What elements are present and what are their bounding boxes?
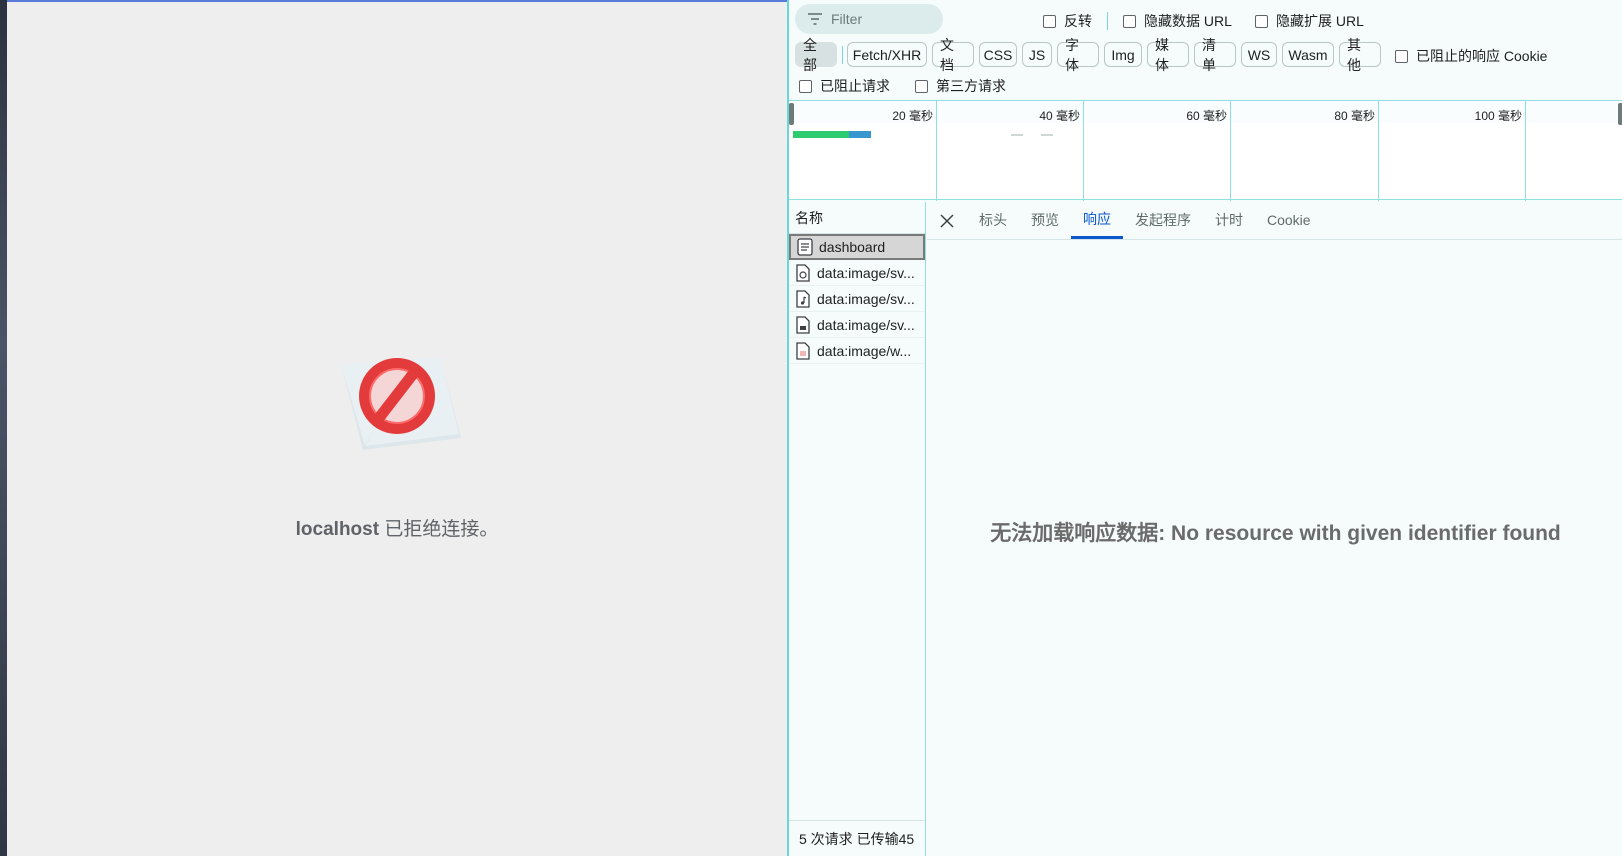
filter-chip-ws[interactable]: WS: [1241, 42, 1277, 67]
hide-data-url-checkbox[interactable]: 隐藏数据 URL: [1123, 11, 1232, 31]
filter-input[interactable]: Filter: [795, 4, 943, 34]
tab-response[interactable]: 响应: [1071, 202, 1123, 239]
close-icon: [940, 213, 954, 228]
request-name: data:image/sv...: [817, 316, 915, 333]
checkbox-box[interactable]: [915, 79, 928, 93]
grid-line: [1230, 101, 1231, 201]
tick-label: 40 毫秒: [1039, 109, 1080, 123]
invert-checkbox[interactable]: 反转: [1043, 11, 1092, 31]
grid-line: [1083, 101, 1084, 201]
checkbox-box[interactable]: [799, 79, 812, 93]
grid-line: [936, 101, 937, 201]
blocked-response-cookies-checkbox[interactable]: 已阻止的响应 Cookie: [1395, 46, 1547, 66]
divider: [842, 46, 843, 64]
filter-chip-img[interactable]: Img: [1104, 42, 1142, 67]
third-party-requests-checkbox[interactable]: 第三方请求: [915, 76, 1006, 96]
request-name: data:image/sv...: [817, 290, 915, 307]
status-bar: 5 次请求 已传输45: [789, 820, 925, 856]
request-name: data:image/sv...: [817, 264, 915, 281]
filter-placeholder: Filter: [831, 11, 863, 27]
request-row[interactable]: data:image/sv...: [789, 260, 925, 286]
tab-preview[interactable]: 预览: [1019, 202, 1071, 239]
checkbox-label: 已阻止的响应 Cookie: [1416, 48, 1548, 64]
request-row[interactable]: data:image/sv...: [789, 312, 925, 338]
blocked-requests-checkbox[interactable]: 已阻止请求: [799, 76, 890, 96]
close-detail-button[interactable]: [927, 202, 967, 239]
request-row-dashboard[interactable]: dashboard: [789, 234, 925, 260]
request-row[interactable]: data:image/sv...: [789, 286, 925, 312]
checkbox-box[interactable]: [1123, 14, 1136, 28]
request-detail-pane: 标头 预览 响应 发起程序 计时 Cookie 无法加载响应数据: No res…: [927, 202, 1622, 856]
response-error-message: 无法加载响应数据: No resource with given identif…: [990, 522, 1561, 545]
filter-chip-css[interactable]: CSS: [979, 42, 1017, 67]
error-message: localhost 已拒绝连接。: [7, 514, 787, 541]
overview-bar-resource: [1041, 134, 1053, 136]
tab-headers[interactable]: 标头: [967, 202, 1019, 239]
request-name: data:image/w...: [817, 342, 912, 359]
svg-file-icon: [796, 263, 810, 282]
filter-chip-media[interactable]: 媒体: [1147, 37, 1189, 73]
overview-bar-resource: [1011, 134, 1023, 136]
blocked-icon: [341, 358, 461, 450]
image-file-icon: [796, 315, 810, 334]
error-host: localhost: [295, 519, 380, 540]
tab-timing[interactable]: 计时: [1203, 202, 1255, 239]
column-header-name[interactable]: 名称: [789, 202, 925, 234]
filter-chip-js[interactable]: JS: [1022, 42, 1052, 67]
error-text: 已拒绝连接。: [384, 519, 499, 540]
tick-label: 100 毫秒: [1474, 109, 1522, 123]
browser-page: localhost 已拒绝连接。: [7, 0, 787, 856]
filter-chip-wasm[interactable]: Wasm: [1282, 42, 1334, 67]
checkbox-label: 隐藏数据 URL: [1144, 13, 1232, 29]
filter-chip-manifest[interactable]: 清单: [1194, 37, 1236, 73]
hide-extension-url-checkbox[interactable]: 隐藏扩展 URL: [1255, 11, 1364, 31]
detail-tabs: 标头 预览 响应 发起程序 计时 Cookie: [927, 202, 1622, 240]
document-icon: [797, 238, 813, 256]
tick-label: 20 毫秒: [892, 109, 933, 123]
grid-line: [1378, 101, 1379, 201]
desktop-edge: [0, 0, 7, 856]
checkbox-box[interactable]: [1395, 49, 1408, 63]
checkbox-label: 反转: [1064, 13, 1092, 29]
checkbox-label: 已阻止请求: [820, 78, 890, 94]
request-row[interactable]: data:image/w...: [789, 338, 925, 364]
filter-chip-fetch-xhr[interactable]: Fetch/XHR: [847, 42, 927, 67]
audio-file-icon: [796, 289, 810, 308]
tick-label: 80 毫秒: [1334, 109, 1375, 123]
overview-left-handle[interactable]: [789, 103, 794, 125]
filter-chip-all[interactable]: 全部: [795, 37, 837, 73]
tab-cookies[interactable]: Cookie: [1255, 202, 1323, 239]
devtools-network-panel: Filter 反转 隐藏数据 URL 隐藏扩展 URL 全部 Fetch/XHR…: [787, 0, 1622, 856]
checkbox-label: 第三方请求: [936, 78, 1006, 94]
divider: [1107, 12, 1108, 30]
tab-initiator[interactable]: 发起程序: [1123, 202, 1203, 239]
overview-right-handle[interactable]: [1618, 103, 1622, 125]
tick-label: 60 毫秒: [1186, 109, 1227, 123]
filter-chip-other[interactable]: 其他: [1339, 37, 1381, 73]
checkbox-box[interactable]: [1043, 14, 1056, 28]
request-name: dashboard: [819, 239, 886, 255]
checkbox-label: 隐藏扩展 URL: [1276, 13, 1364, 29]
filter-icon: [808, 13, 822, 25]
request-list: 名称 dashboard data:image/sv... data:image…: [789, 202, 926, 856]
overview-bar-download: [849, 131, 871, 138]
webp-file-icon: [796, 341, 810, 360]
network-overview[interactable]: 20 毫秒 40 毫秒 60 毫秒 80 毫秒 100 毫秒: [789, 100, 1622, 201]
grid-line: [1525, 101, 1526, 201]
filter-chip-font[interactable]: 字体: [1057, 37, 1099, 73]
checkbox-box[interactable]: [1255, 14, 1268, 28]
filter-chip-doc[interactable]: 文档: [932, 37, 974, 73]
